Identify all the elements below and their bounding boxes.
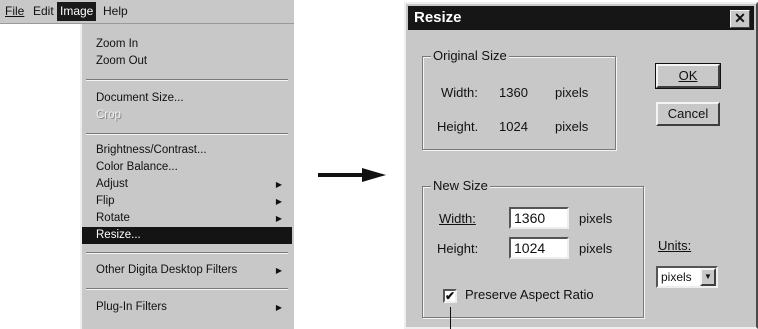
preserve-aspect-label: Preserve Aspect Ratio [465, 287, 594, 302]
menu-item-other-filters[interactable]: Other Digita Desktop Filters ▶ [82, 262, 292, 279]
ok-button[interactable]: OK [655, 63, 721, 89]
submenu-arrow-icon: ▶ [275, 303, 282, 312]
menu-item-brightness-contrast[interactable]: Brightness/Contrast... [82, 142, 292, 159]
new-height-unit: pixels [579, 241, 613, 256]
dialog-title: Resize [414, 9, 462, 26]
units-select-value: pixels [661, 270, 692, 284]
menu-help[interactable]: Help [100, 2, 131, 21]
menu-file[interactable]: File [2, 2, 27, 21]
close-icon[interactable]: ✕ [730, 10, 750, 28]
original-width-unit: pixels [555, 85, 589, 100]
menu-bar: File Edit Image Help [0, 0, 294, 24]
submenu-arrow-icon: ▶ [275, 197, 282, 206]
menu-separator [86, 288, 288, 290]
menu-separator [86, 133, 288, 135]
menu-item-crop: Crop [96, 109, 121, 121]
new-size-legend: New Size [431, 178, 490, 193]
dialog-title-bar[interactable]: Resize ✕ [408, 6, 754, 30]
new-width-unit: pixels [579, 211, 613, 226]
units-label: Units: [658, 238, 692, 253]
menu-item-color-balance[interactable]: Color Balance... [82, 159, 292, 176]
pointer-line [450, 307, 451, 329]
new-height-label: Height: [437, 241, 479, 256]
menu-item-flip[interactable]: Flip ▶ [82, 193, 292, 210]
menu-separator [86, 252, 288, 254]
arrow-right-icon [318, 168, 386, 182]
submenu-arrow-icon: ▶ [275, 266, 282, 275]
chevron-down-icon[interactable]: ▼ [700, 268, 716, 286]
menu-item-document-size[interactable]: Document Size... [82, 90, 292, 107]
original-size-legend: Original Size [431, 48, 509, 63]
units-select[interactable]: pixels ▼ [656, 266, 718, 288]
original-size-group: Original Size Width: 1360 pixels Height.… [422, 48, 616, 150]
resize-dialog: Resize ✕ Original Size Width: 1360 pixel… [404, 2, 758, 329]
menu-item-rotate[interactable]: Rotate ▶ [82, 210, 292, 227]
original-height-label: Height. [437, 119, 479, 134]
original-width-value: 1360 [499, 85, 528, 100]
menu-separator [86, 79, 288, 81]
menu-image[interactable]: Image [57, 2, 97, 21]
new-size-group: New Size Width: 1360 pixels Height: 1024… [422, 178, 644, 318]
image-menu-dropdown: Zoom In Zoom Out Document Size... Crop B… [80, 24, 294, 329]
original-height-unit: pixels [555, 119, 589, 134]
preserve-aspect-checkbox[interactable]: ✔ [443, 289, 457, 303]
menu-item-zoom-in[interactable]: Zoom In [82, 36, 292, 53]
menu-item-zoom-out[interactable]: Zoom Out [82, 53, 292, 70]
submenu-arrow-icon: ▶ [275, 214, 282, 223]
submenu-arrow-icon: ▶ [275, 180, 282, 189]
menu-item-resize[interactable]: Resize... [82, 227, 292, 244]
new-height-input[interactable]: 1024 [509, 237, 569, 259]
menu-item-adjust[interactable]: Adjust ▶ [82, 176, 292, 193]
new-width-label: Width: [439, 211, 476, 226]
original-height-value: 1024 [499, 119, 528, 134]
new-width-input[interactable]: 1360 [509, 207, 569, 229]
cancel-button[interactable]: Cancel [656, 102, 720, 126]
original-width-label: Width: [441, 85, 478, 100]
menu-edit[interactable]: Edit [30, 2, 57, 21]
menu-item-plugin-filters[interactable]: Plug-In Filters ▶ [82, 299, 292, 316]
